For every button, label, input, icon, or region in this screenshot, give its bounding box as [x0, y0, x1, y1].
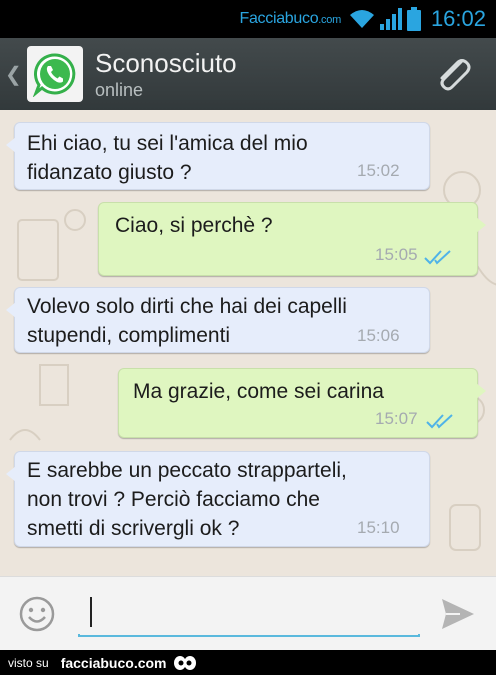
message-bubble-incoming[interactable]: Ehi ciao, tu sei l'amica del mio fidanza… — [6, 122, 430, 190]
contact-name: Sconosciuto — [95, 47, 237, 78]
read-ticks-icon — [424, 250, 451, 265]
footer-site: facciabuco.com — [60, 654, 167, 671]
chat-header: ❮ Sconosciuto online — [0, 38, 496, 110]
contact-status: online — [95, 79, 144, 100]
send-icon[interactable] — [440, 597, 476, 631]
message-time: 15:10 — [357, 518, 400, 537]
status-brand-suffix: .com — [318, 14, 341, 26]
input-bar — [0, 576, 496, 650]
back-chevron-icon[interactable]: ❮ — [5, 62, 22, 87]
text-cursor — [90, 597, 92, 627]
contact-info[interactable]: Sconosciuto online — [95, 48, 428, 101]
whatsapp-logo-icon — [32, 53, 76, 97]
message-time: 15:06 — [357, 326, 400, 345]
message-time: 15:02 — [357, 161, 400, 180]
wifi-icon — [349, 10, 374, 28]
message-text: E sarebbe un peccato strapparteli, non t… — [27, 459, 347, 540]
message-time: 15:05 — [375, 245, 418, 264]
message-text: Ma grazie, come sei carina — [133, 380, 384, 403]
watermark-footer: visto su facciabuco.com — [0, 650, 496, 675]
message-bubble-outgoing[interactable]: Ciao, si perchè ? 15:05 — [98, 202, 486, 276]
status-brand-name: Facciabuco — [239, 10, 319, 27]
input-underline — [78, 634, 420, 637]
message-text: Ehi ciao, tu sei l'amica del mio fidanza… — [27, 132, 308, 184]
message-bubble-incoming[interactable]: Volevo solo dirti che hai dei capelli st… — [6, 287, 430, 353]
status-brand: Facciabuco.com — [239, 10, 341, 28]
contact-avatar[interactable] — [27, 46, 83, 102]
message-time: 15:07 — [375, 409, 418, 428]
battery-icon — [406, 7, 421, 31]
paperclip-icon — [440, 59, 471, 91]
eyes-logo-icon — [173, 655, 196, 670]
attach-button[interactable] — [428, 49, 478, 99]
footer-visto-label: visto su — [8, 655, 49, 670]
smiley-icon[interactable] — [18, 595, 56, 633]
signal-icon — [379, 8, 402, 30]
message-bubble-outgoing[interactable]: Ma grazie, come sei carina 15:07 — [118, 368, 486, 438]
chat-area[interactable]: Ehi ciao, tu sei l'amica del mio fidanza… — [0, 110, 496, 576]
read-ticks-icon — [426, 414, 453, 429]
status-bar: Facciabuco.com 16:02 — [0, 0, 496, 38]
status-icons — [349, 7, 421, 31]
message-bubble-incoming[interactable]: E sarebbe un peccato strapparteli, non t… — [6, 451, 430, 547]
status-time: 16:02 — [430, 6, 486, 31]
message-text: Ciao, si perchè ? — [115, 214, 273, 237]
message-input[interactable] — [78, 591, 420, 637]
